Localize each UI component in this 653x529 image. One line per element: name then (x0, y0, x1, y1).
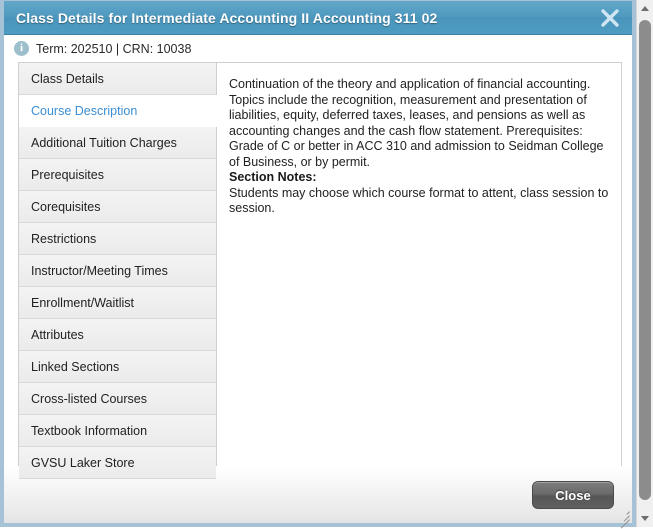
course-description-text: Continuation of the theory and applicati… (229, 77, 604, 169)
page-root: Class Details for Intermediate Accountin… (0, 0, 653, 529)
tab-label: Course Description (31, 103, 138, 118)
close-x-icon[interactable] (598, 6, 622, 30)
tab-label: GVSU Laker Store (31, 455, 135, 470)
tab-attributes[interactable]: Attributes (19, 319, 216, 351)
dialog-tablist: Class Details Course Description Additio… (18, 62, 217, 479)
tab-corequisites[interactable]: Corequisites (19, 191, 216, 223)
tab-cross-listed-courses[interactable]: Cross-listed Courses (19, 383, 216, 415)
scroll-thumb[interactable] (639, 20, 651, 500)
tab-linked-sections[interactable]: Linked Sections (19, 351, 216, 383)
tab-label: Linked Sections (31, 359, 120, 374)
tab-instructor-meeting-times[interactable]: Instructor/Meeting Times (19, 255, 216, 287)
tab-label: Cross-listed Courses (31, 391, 148, 406)
scroll-down-arrow-icon[interactable] (637, 510, 653, 527)
tab-additional-tuition-charges[interactable]: Additional Tuition Charges (19, 127, 216, 159)
dialog-title: Class Details for Intermediate Accountin… (16, 9, 438, 26)
tab-textbook-information[interactable]: Textbook Information (19, 415, 216, 447)
close-button[interactable]: Close (532, 481, 614, 509)
resize-grip-icon[interactable] (616, 507, 630, 529)
term-crn-infobar: i Term: 202510 | CRN: 10038 (4, 35, 632, 62)
tab-prerequisites[interactable]: Prerequisites (19, 159, 216, 191)
browser-scrollbar[interactable] (636, 0, 653, 527)
tab-label: Additional Tuition Charges (31, 135, 177, 150)
section-notes-heading: Section Notes: (229, 170, 317, 184)
tab-label: Textbook Information (31, 423, 148, 438)
scroll-up-arrow-icon[interactable] (637, 0, 653, 17)
tab-label: Enrollment/Waitlist (31, 295, 135, 310)
tab-label: Attributes (31, 327, 84, 342)
class-details-dialog: Class Details for Intermediate Accountin… (0, 0, 636, 529)
tab-restrictions[interactable]: Restrictions (19, 223, 216, 255)
tab-label: Corequisites (31, 199, 101, 214)
section-notes-text: Students may choose which course format … (229, 185, 609, 216)
tab-course-description[interactable]: Course Description (19, 95, 217, 127)
dialog-titlebar: Class Details for Intermediate Accountin… (4, 1, 632, 35)
tab-label: Restrictions (31, 231, 97, 246)
tab-label: Prerequisites (31, 167, 104, 182)
tab-class-details[interactable]: Class Details (19, 63, 216, 95)
info-circle-icon: i (14, 41, 29, 56)
dialog-body: Class Details Course Description Additio… (4, 62, 632, 479)
tab-label: Class Details (31, 71, 104, 86)
tab-gvsu-laker-store[interactable]: GVSU Laker Store (19, 447, 216, 479)
term-crn-text: Term: 202510 | CRN: 10038 (36, 41, 192, 56)
tab-label: Instructor/Meeting Times (31, 263, 168, 278)
course-description-panel: Continuation of the theory and applicati… (217, 62, 622, 466)
tab-enrollment-waitlist[interactable]: Enrollment/Waitlist (19, 287, 216, 319)
